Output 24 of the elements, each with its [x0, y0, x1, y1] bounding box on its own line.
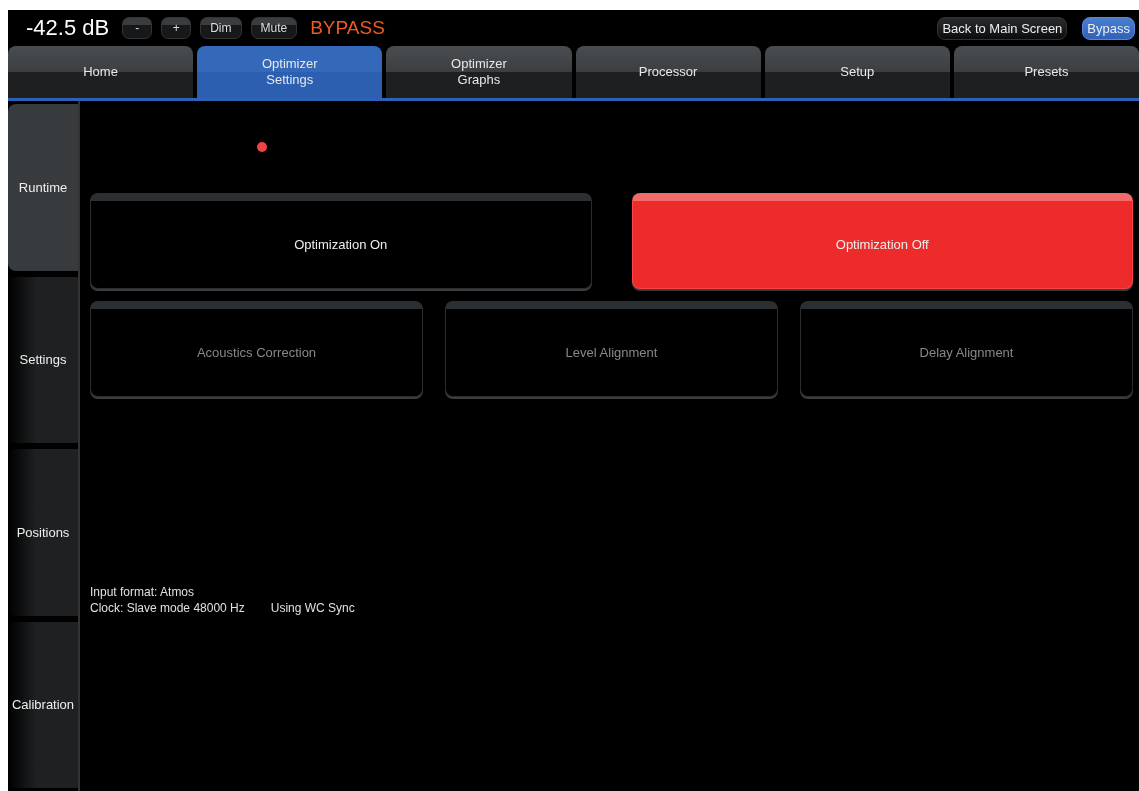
volume-control-button[interactable]: Mute [250, 17, 298, 39]
nav-tab[interactable]: Optimizer Settings [197, 46, 383, 98]
nav-tab[interactable]: Setup [764, 46, 950, 98]
status-dot-icon [257, 142, 267, 152]
clock-text: Clock: Slave mode 48000 Hz [90, 600, 245, 616]
sidebar-tab[interactable]: Settings [8, 276, 78, 443]
nav-tab[interactable]: Presets [953, 46, 1139, 98]
input-format-text: Input format: Atmos [90, 584, 196, 600]
nav-tab[interactable]: Home [8, 46, 194, 98]
volume-readout: -42.5 dB [26, 15, 110, 41]
bypass-status: BYPASS [310, 17, 385, 39]
volume-control-button[interactable]: - [122, 17, 153, 39]
volume-control-button[interactable]: + [161, 17, 192, 39]
header-button[interactable]: Bypass [1082, 16, 1135, 40]
nav-tab[interactable]: Optimizer Graphs [386, 46, 572, 98]
header-button[interactable]: Back to Main Screen [937, 16, 1068, 40]
nav-tab[interactable]: Processor [575, 46, 761, 98]
sync-text: Using WC Sync [270, 600, 355, 616]
optimization-button[interactable]: Optimization On [90, 193, 592, 289]
sidebar-tab[interactable]: Calibration [8, 621, 78, 788]
sidebar-tab[interactable]: Runtime [8, 104, 78, 271]
optimization-button[interactable]: Optimization Off [631, 193, 1133, 289]
volume-control-button[interactable]: Dim [200, 17, 242, 39]
sidebar-tab[interactable]: Positions [8, 449, 78, 616]
